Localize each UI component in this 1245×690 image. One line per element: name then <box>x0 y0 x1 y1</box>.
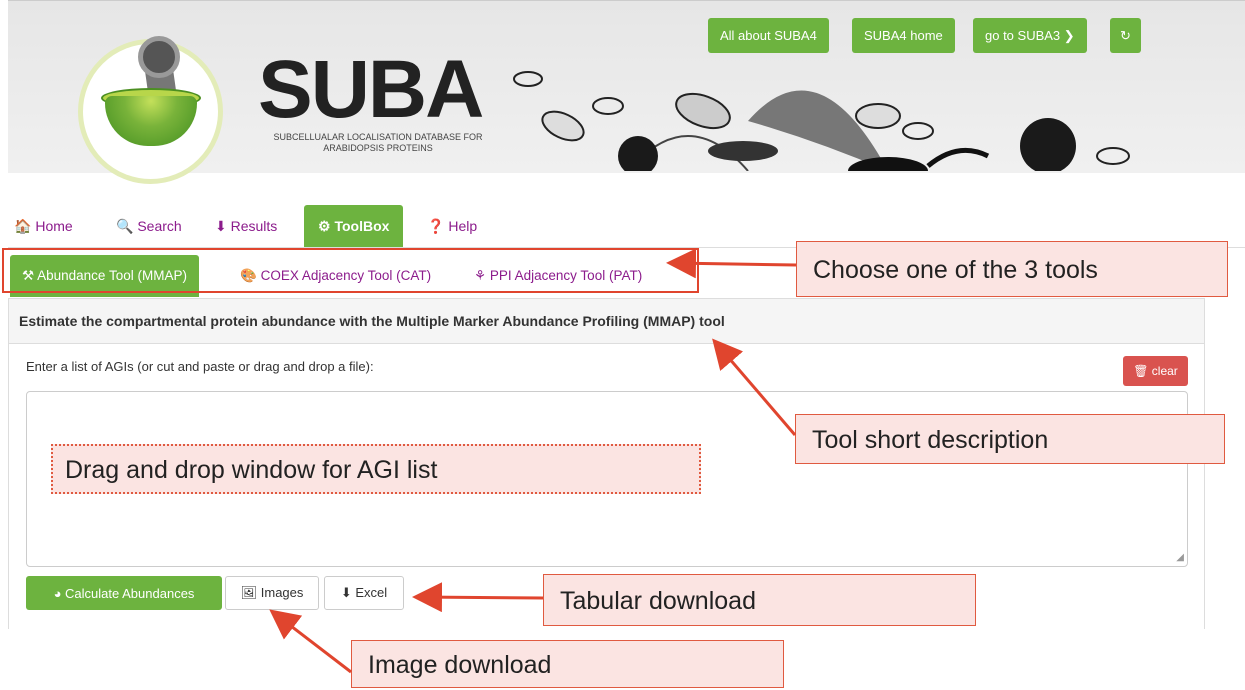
arrow-to-excel <box>412 582 544 613</box>
arrow-to-description <box>712 338 797 436</box>
annotation-arrows <box>269 248 797 674</box>
arrow-to-tabs <box>666 248 797 279</box>
arrow-to-images <box>269 609 352 674</box>
